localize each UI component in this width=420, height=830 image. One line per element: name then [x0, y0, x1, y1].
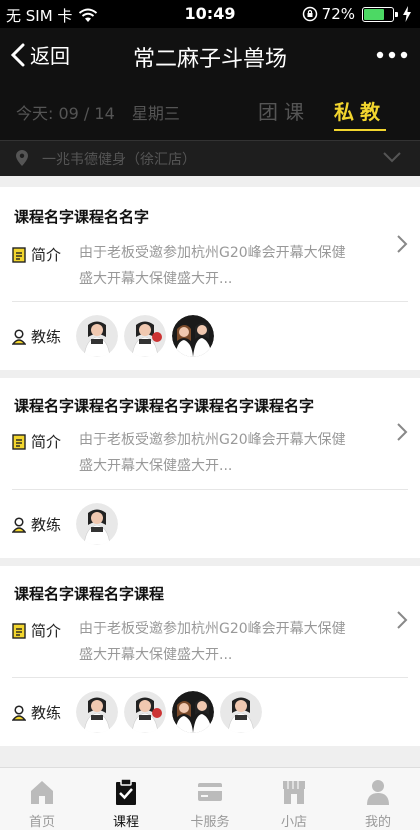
orientation-lock-icon: [302, 6, 317, 22]
chevron-right-icon: [397, 423, 408, 441]
battery-icon: [362, 6, 398, 22]
tab-shop[interactable]: 小店: [252, 768, 336, 830]
store-icon: [283, 781, 305, 804]
date-display[interactable]: 今天: 09 / 14 星期三: [16, 100, 180, 124]
weekday-text: 星期三: [131, 104, 180, 123]
avatar[interactable]: [124, 315, 166, 357]
battery-percent: 72%: [321, 5, 355, 23]
coach-label: 教练: [12, 326, 61, 347]
avatar[interactable]: [172, 691, 214, 733]
divider: [12, 489, 408, 490]
course-card[interactable]: 课程名字课程名名字 简介 由于老板受邀参加杭州G20峰会开幕大保健 盛大开幕大保…: [0, 187, 420, 370]
credit-card-icon: [198, 783, 222, 801]
tab-course[interactable]: 课程: [84, 768, 168, 830]
charging-icon: [403, 6, 411, 22]
course-title: 课程名字课程名字课程名字课程名字课程名字: [14, 397, 315, 415]
avatar[interactable]: [76, 503, 118, 545]
avatar[interactable]: [172, 315, 214, 357]
chevron-right-icon: [397, 611, 408, 629]
store-name: 一兆韦德健身（徐汇店）: [42, 152, 196, 168]
document-icon: [12, 622, 26, 639]
person-icon: [12, 328, 26, 345]
person-icon: [12, 516, 26, 533]
location-pin-icon: [16, 150, 28, 166]
course-title: 课程名字课程名字课程: [14, 585, 165, 603]
coach-avatars: [76, 503, 118, 545]
intro-label: 简介: [12, 244, 61, 265]
tab-group-class[interactable]: 团课: [258, 96, 310, 125]
document-icon: [12, 246, 26, 263]
document-icon: [12, 433, 26, 450]
course-card[interactable]: 课程名字课程名字课程名字课程名字课程名字 简介 由于老板受邀参加杭州G20峰会开…: [0, 378, 420, 558]
home-icon: [31, 781, 53, 804]
avatar[interactable]: [124, 691, 166, 733]
page-title: 常二麻子斗兽场: [132, 47, 287, 72]
store-selector[interactable]: 一兆韦德健身（徐汇店）: [0, 140, 420, 176]
divider: [12, 301, 408, 302]
user-icon: [367, 780, 389, 805]
intro-label: 简介: [12, 431, 61, 452]
chevron-right-icon: [397, 235, 408, 253]
coach-avatars: [76, 691, 262, 733]
status-bar: 无 SIM 卡 10:49 72%: [0, 0, 420, 28]
more-dots-icon: [376, 51, 408, 59]
more-button[interactable]: [376, 40, 408, 76]
person-icon: [12, 704, 26, 721]
intro-label: 简介: [12, 620, 61, 641]
course-card[interactable]: 课程名字课程名字课程 简介 由于老板受邀参加杭州G20峰会开幕大保健 盛大开幕大…: [0, 566, 420, 746]
date-bar: 今天: 09 / 14 星期三 团课 私教: [0, 84, 420, 140]
clipboard-check-icon: [116, 778, 136, 805]
avatar[interactable]: [76, 315, 118, 357]
tab-card-service[interactable]: 卡服务: [168, 768, 252, 830]
avatar[interactable]: [76, 691, 118, 733]
course-title: 课程名字课程名名字: [14, 208, 150, 226]
coach-label: 教练: [12, 702, 61, 723]
tab-home[interactable]: 首页: [0, 768, 84, 830]
coach-label: 教练: [12, 514, 61, 535]
avatar[interactable]: [220, 691, 262, 733]
coach-avatars: [76, 315, 214, 357]
divider: [12, 677, 408, 678]
tab-private-class[interactable]: 私教: [334, 96, 386, 131]
course-description: 由于老板受邀参加杭州G20峰会开幕大保健 盛大开幕大保健盛大开...: [79, 621, 346, 663]
date-text: 今天: 09 / 14: [16, 104, 115, 123]
course-description: 由于老板受邀参加杭州G20峰会开幕大保健 盛大开幕大保健盛大开...: [79, 245, 346, 287]
nav-bar: 返回 常二麻子斗兽场: [0, 28, 420, 84]
course-description: 由于老板受邀参加杭州G20峰会开幕大保健 盛大开幕大保健盛大开...: [79, 432, 346, 474]
tab-me[interactable]: 我的: [336, 768, 420, 830]
chevron-down-icon: [383, 152, 401, 163]
bottom-tab-bar: 首页 课程 卡服务 小店 我的: [0, 767, 420, 830]
